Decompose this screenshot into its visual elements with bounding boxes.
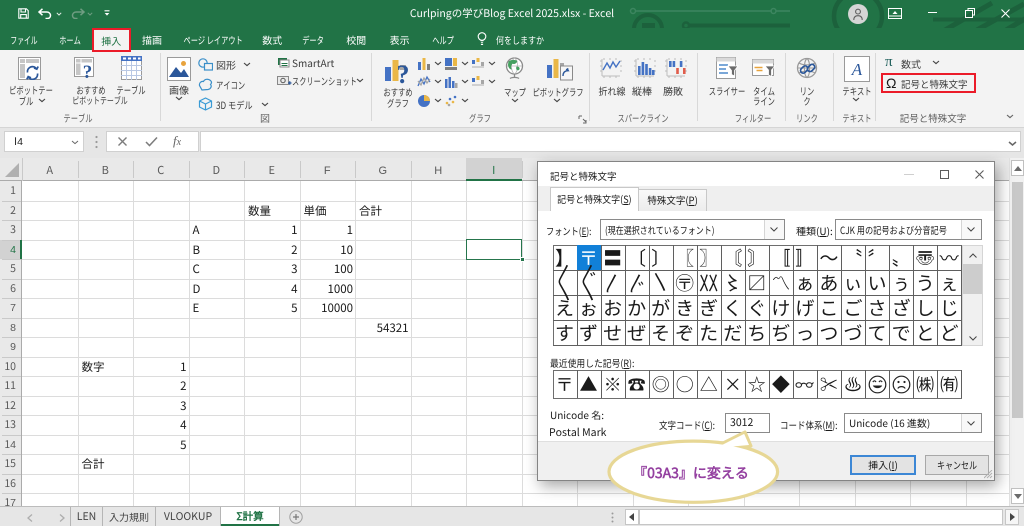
svg-text:?: ?: [83, 62, 93, 80]
svg-text:A: A: [851, 60, 863, 79]
svg-text:?: ?: [397, 60, 410, 85]
